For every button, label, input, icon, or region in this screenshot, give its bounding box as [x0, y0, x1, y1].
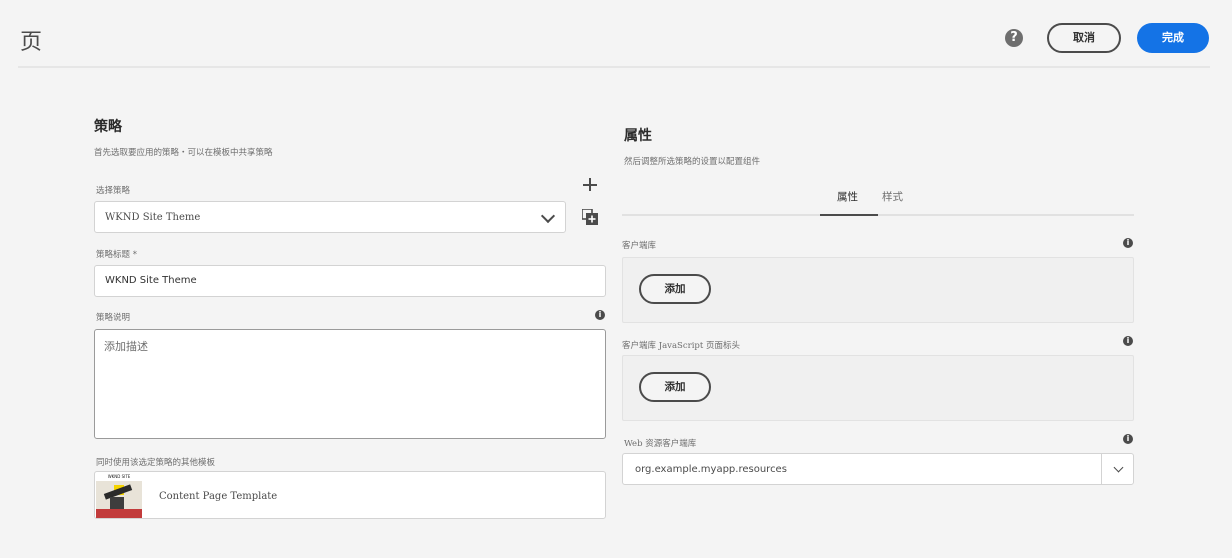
chevron-down-icon[interactable] — [1113, 462, 1124, 473]
policy-title-value: WKND Site Theme — [105, 275, 197, 286]
chevron-down-icon — [540, 208, 556, 224]
select-policy-label: 选择策略 — [96, 186, 131, 196]
policy-section-title: 策略 — [94, 119, 122, 135]
description-placeholder: 添加描述 — [104, 340, 148, 353]
policy-select-dropdown[interactable]: WKND Site Theme — [94, 201, 566, 233]
client-lib-js-panel: 添加 — [622, 355, 1134, 421]
web-lib-value: org.example.myapp.resources — [635, 464, 787, 475]
policy-section-subtitle: 首先选取要应用的策略・可以在模板中共享策略 — [94, 148, 273, 158]
help-icon[interactable]: ? — [1005, 29, 1023, 47]
properties-section-title: 属性 — [624, 128, 652, 144]
tab-styles[interactable]: 样式 — [882, 189, 903, 204]
policy-title-label: 策略标题 * — [96, 250, 137, 260]
other-templates-label: 同时使用该选定策略的其他模板 — [96, 458, 216, 468]
page-title: 页 — [20, 30, 43, 55]
combobox-divider — [1101, 454, 1102, 484]
duplicate-policy-icon[interactable] — [581, 208, 598, 225]
web-lib-label: Web 资源客户端库 — [624, 439, 697, 449]
properties-section-subtitle: 然后调整所选策略的设置以配置组件 — [624, 157, 761, 167]
info-icon[interactable]: i — [1123, 434, 1133, 444]
policy-description-label: 策略说明 — [96, 313, 131, 323]
policy-description-textarea[interactable]: 添加描述 — [94, 329, 606, 439]
template-list-item[interactable]: WKND SITE Content Page Template — [94, 471, 606, 519]
info-icon[interactable]: i — [1123, 336, 1133, 346]
add-policy-icon[interactable] — [583, 176, 597, 192]
tab-bar-divider — [622, 214, 1134, 216]
policy-select-value: WKND Site Theme — [105, 212, 201, 223]
header-bar: 页 ? 取消 完成 — [0, 0, 1232, 68]
client-lib-js-label: 客户端库 JavaScript 页面标头 — [622, 341, 740, 351]
info-icon[interactable]: i — [1123, 238, 1133, 248]
header-divider — [18, 66, 1210, 68]
web-lib-combobox[interactable]: org.example.myapp.resources — [622, 453, 1134, 485]
policy-title-input[interactable]: WKND Site Theme — [94, 265, 606, 297]
cancel-button[interactable]: 取消 — [1047, 23, 1121, 53]
info-icon[interactable]: i — [595, 310, 605, 320]
tab-active-indicator — [820, 214, 878, 216]
client-lib-js-add-button[interactable]: 添加 — [639, 372, 711, 402]
template-thumbnail: WKND SITE — [96, 473, 142, 518]
client-lib-panel: 添加 — [622, 257, 1134, 323]
tab-properties[interactable]: 属性 — [837, 189, 858, 204]
thumb-ground — [96, 509, 142, 518]
thumb-logo-text: WKND SITE — [96, 473, 142, 481]
template-name: Content Page Template — [159, 491, 278, 502]
client-lib-label: 客户端库 — [622, 241, 657, 251]
done-button[interactable]: 完成 — [1137, 23, 1209, 53]
client-lib-add-button[interactable]: 添加 — [639, 274, 711, 304]
